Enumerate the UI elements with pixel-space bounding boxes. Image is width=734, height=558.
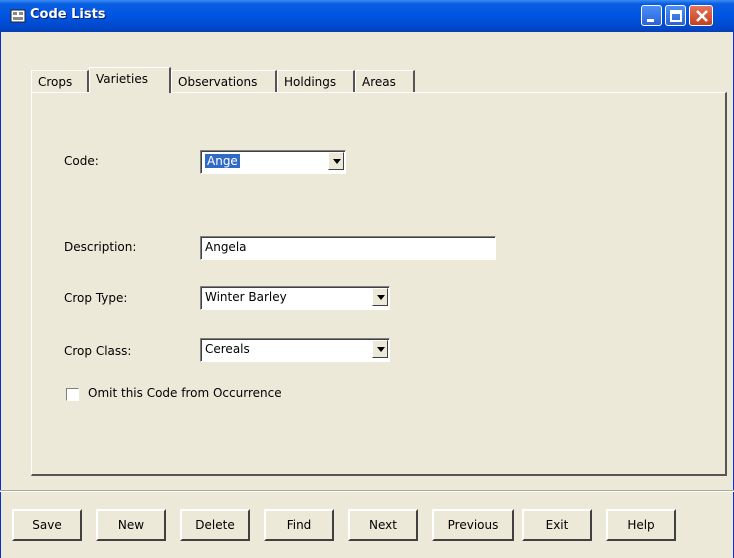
close-icon bbox=[696, 10, 708, 22]
find-button[interactable]: Find bbox=[264, 509, 334, 541]
omit-checkbox[interactable] bbox=[66, 388, 79, 401]
tab-label: Areas bbox=[362, 75, 396, 89]
crop-type-value: Winter Barley bbox=[205, 290, 287, 304]
description-label: Description: bbox=[64, 240, 137, 254]
close-button[interactable] bbox=[689, 5, 713, 26]
window-title: Code Lists bbox=[30, 7, 106, 22]
tab-label: Holdings bbox=[284, 75, 337, 89]
maximize-icon bbox=[670, 10, 682, 22]
chevron-down-icon[interactable] bbox=[372, 340, 388, 358]
tab-holdings[interactable]: Holdings bbox=[277, 70, 355, 92]
title-bar[interactable]: Code Lists bbox=[0, 0, 734, 32]
description-value: Angela bbox=[205, 240, 247, 254]
tab-label: Crops bbox=[38, 75, 73, 89]
tab-label: Observations bbox=[178, 75, 258, 89]
chevron-down-icon[interactable] bbox=[372, 288, 388, 306]
save-button[interactable]: Save bbox=[12, 509, 82, 541]
omit-checkbox-label[interactable]: Omit this Code from Occurrence bbox=[88, 386, 282, 400]
description-field[interactable]: Angela bbox=[200, 236, 496, 260]
crop-class-select[interactable]: Cereals bbox=[200, 338, 390, 362]
minimize-button[interactable] bbox=[641, 5, 662, 26]
tab-crops[interactable]: Crops bbox=[31, 70, 89, 92]
help-button[interactable]: Help bbox=[606, 509, 676, 541]
crop-type-select[interactable]: Winter Barley bbox=[200, 286, 390, 310]
crop-class-label: Crop Class: bbox=[64, 344, 132, 358]
crop-class-value: Cereals bbox=[205, 342, 250, 356]
chevron-down-icon[interactable] bbox=[328, 152, 344, 170]
app-icon bbox=[10, 8, 26, 24]
divider bbox=[0, 490, 734, 492]
previous-button[interactable]: Previous bbox=[432, 509, 514, 541]
next-button[interactable]: Next bbox=[348, 509, 418, 541]
code-label: Code: bbox=[64, 154, 99, 168]
tab-areas[interactable]: Areas bbox=[355, 70, 415, 92]
crop-type-label: Crop Type: bbox=[64, 291, 128, 305]
delete-button[interactable]: Delete bbox=[180, 509, 250, 541]
exit-button[interactable]: Exit bbox=[522, 509, 592, 541]
code-value: Ange bbox=[205, 154, 240, 168]
minimize-icon bbox=[647, 19, 654, 22]
tab-varieties[interactable]: Varieties bbox=[89, 67, 171, 93]
tab-label: Varieties bbox=[96, 72, 148, 86]
tab-observations[interactable]: Observations bbox=[171, 70, 277, 92]
new-button[interactable]: New bbox=[96, 509, 166, 541]
code-select[interactable]: Ange bbox=[200, 150, 346, 174]
tab-panel bbox=[31, 92, 727, 476]
maximize-button[interactable] bbox=[665, 5, 686, 26]
